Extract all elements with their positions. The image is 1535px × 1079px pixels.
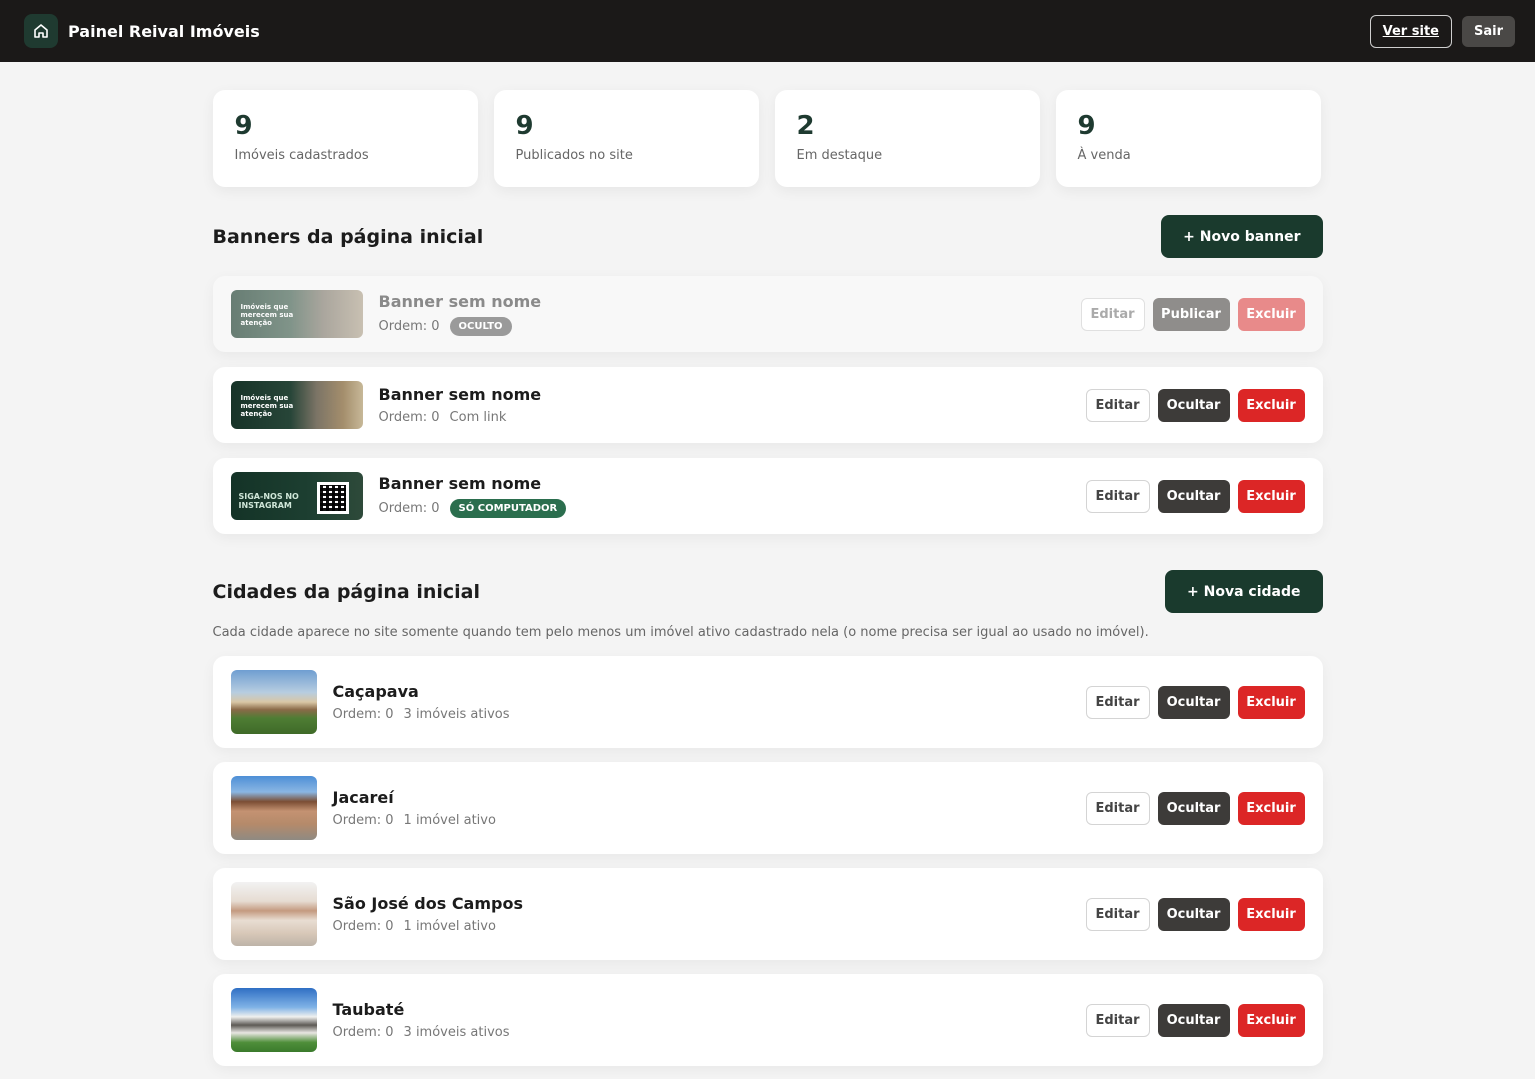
edit-button[interactable]: Editar — [1085, 1003, 1150, 1037]
city-count: 1 imóvel ativo — [403, 919, 496, 934]
city-row: Taubaté Ordem: 0 3 imóveis ativos Editar… — [212, 974, 1323, 1066]
banners-section-title: Banners da página inicial — [212, 225, 484, 248]
stats-grid: 9 Imóveis cadastrados 9 Publicados no si… — [212, 90, 1323, 187]
top-bar: Painel Reival Imóveis Ver site Sair — [0, 0, 1535, 62]
banner-name: Banner sem nome — [378, 474, 542, 493]
city-name: São José dos Campos — [332, 894, 524, 913]
city-order: Ordem: 0 — [332, 919, 394, 934]
banner-thumb-text: Imóveis que merecem sua atenção — [240, 303, 294, 327]
city-count: 3 imóveis ativos — [403, 707, 510, 722]
new-city-button[interactable]: + Nova cidade — [1165, 570, 1323, 613]
home-icon[interactable] — [24, 14, 58, 48]
edit-button[interactable]: Editar — [1085, 388, 1150, 422]
hide-button[interactable]: Ocultar — [1157, 685, 1230, 719]
stat-label: Em destaque — [796, 148, 883, 163]
city-thumbnail — [230, 776, 317, 840]
stat-label: Publicados no site — [515, 148, 633, 163]
delete-button[interactable]: Excluir — [1237, 1003, 1305, 1037]
banner-order: Ordem: 0 — [378, 410, 440, 425]
city-thumbnail — [230, 670, 317, 734]
banner-thumb-text: Imóveis que merecem sua atenção — [240, 394, 294, 418]
stat-value: 9 — [234, 111, 253, 141]
city-name: Taubaté — [332, 1000, 405, 1019]
edit-button[interactable]: Editar — [1080, 297, 1145, 331]
city-row: Jacareí Ordem: 0 1 imóvel ativo Editar O… — [212, 762, 1323, 854]
banner-thumbnail: Imóveis que merecem sua atenção — [230, 290, 363, 338]
delete-button[interactable]: Excluir — [1237, 297, 1305, 331]
cities-description: Cada cidade aparece no site somente quan… — [212, 625, 1149, 640]
qr-code-icon — [316, 482, 349, 514]
stat-value: 9 — [1077, 111, 1096, 141]
city-count: 1 imóvel ativo — [403, 813, 496, 828]
city-thumbnail — [230, 882, 317, 946]
banner-link-info: Com link — [449, 410, 507, 425]
city-order: Ordem: 0 — [332, 707, 394, 722]
city-count: 3 imóveis ativos — [403, 1025, 510, 1040]
logout-button[interactable]: Sair — [1461, 15, 1515, 47]
app-title: Painel Reival Imóveis — [68, 21, 260, 41]
hide-button[interactable]: Ocultar — [1157, 479, 1230, 513]
banner-row: Imóveis que merecem sua atenção Banner s… — [212, 276, 1323, 352]
city-name: Caçapava — [332, 682, 419, 701]
banner-row: Imóveis que merecem sua atenção Banner s… — [212, 367, 1323, 443]
brand: Painel Reival Imóveis — [24, 14, 260, 48]
delete-button[interactable]: Excluir — [1237, 685, 1305, 719]
stat-label: Imóveis cadastrados — [234, 148, 369, 163]
banner-thumbnail: Imóveis que merecem sua atenção — [230, 381, 363, 429]
delete-button[interactable]: Excluir — [1237, 479, 1305, 513]
city-name: Jacareí — [332, 788, 394, 807]
city-order: Ordem: 0 — [332, 813, 394, 828]
banner-row: SIGA-NOS NO INSTAGRAM Banner sem nome Or… — [212, 458, 1323, 534]
banner-order: Ordem: 0 — [378, 501, 440, 516]
stat-card: 9 Imóveis cadastrados — [212, 90, 478, 187]
hide-button[interactable]: Ocultar — [1157, 388, 1230, 422]
stat-value: 2 — [796, 111, 815, 141]
view-site-button[interactable]: Ver site — [1369, 14, 1452, 48]
stat-label: À venda — [1077, 148, 1131, 163]
edit-button[interactable]: Editar — [1085, 791, 1150, 825]
hidden-badge: OCULTO — [449, 317, 512, 336]
desktop-only-badge: SÓ COMPUTADOR — [449, 499, 567, 518]
delete-button[interactable]: Excluir — [1237, 388, 1305, 422]
city-row: São José dos Campos Ordem: 0 1 imóvel at… — [212, 868, 1323, 960]
edit-button[interactable]: Editar — [1085, 897, 1150, 931]
banner-order: Ordem: 0 — [378, 319, 440, 334]
banner-name: Banner sem nome — [378, 292, 542, 311]
stat-card: 2 Em destaque — [774, 90, 1040, 187]
city-thumbnail — [230, 988, 317, 1052]
stat-card: 9 À venda — [1055, 90, 1321, 187]
city-order: Ordem: 0 — [332, 1025, 394, 1040]
banner-thumbnail: SIGA-NOS NO INSTAGRAM — [230, 472, 363, 520]
hide-button[interactable]: Ocultar — [1157, 791, 1230, 825]
city-row: Caçapava Ordem: 0 3 imóveis ativos Edita… — [212, 656, 1323, 748]
hide-button[interactable]: Ocultar — [1157, 1003, 1230, 1037]
cities-section-title: Cidades da página inicial — [212, 580, 480, 603]
stat-card: 9 Publicados no site — [493, 90, 759, 187]
hide-button[interactable]: Ocultar — [1157, 897, 1230, 931]
delete-button[interactable]: Excluir — [1237, 897, 1305, 931]
stat-value: 9 — [515, 111, 534, 141]
publish-button[interactable]: Publicar — [1152, 297, 1230, 331]
new-banner-button[interactable]: + Novo banner — [1161, 215, 1323, 258]
edit-button[interactable]: Editar — [1085, 479, 1150, 513]
edit-button[interactable]: Editar — [1085, 685, 1150, 719]
banner-thumb-text: SIGA-NOS NO INSTAGRAM — [238, 492, 299, 510]
banner-name: Banner sem nome — [378, 385, 542, 404]
delete-button[interactable]: Excluir — [1237, 791, 1305, 825]
